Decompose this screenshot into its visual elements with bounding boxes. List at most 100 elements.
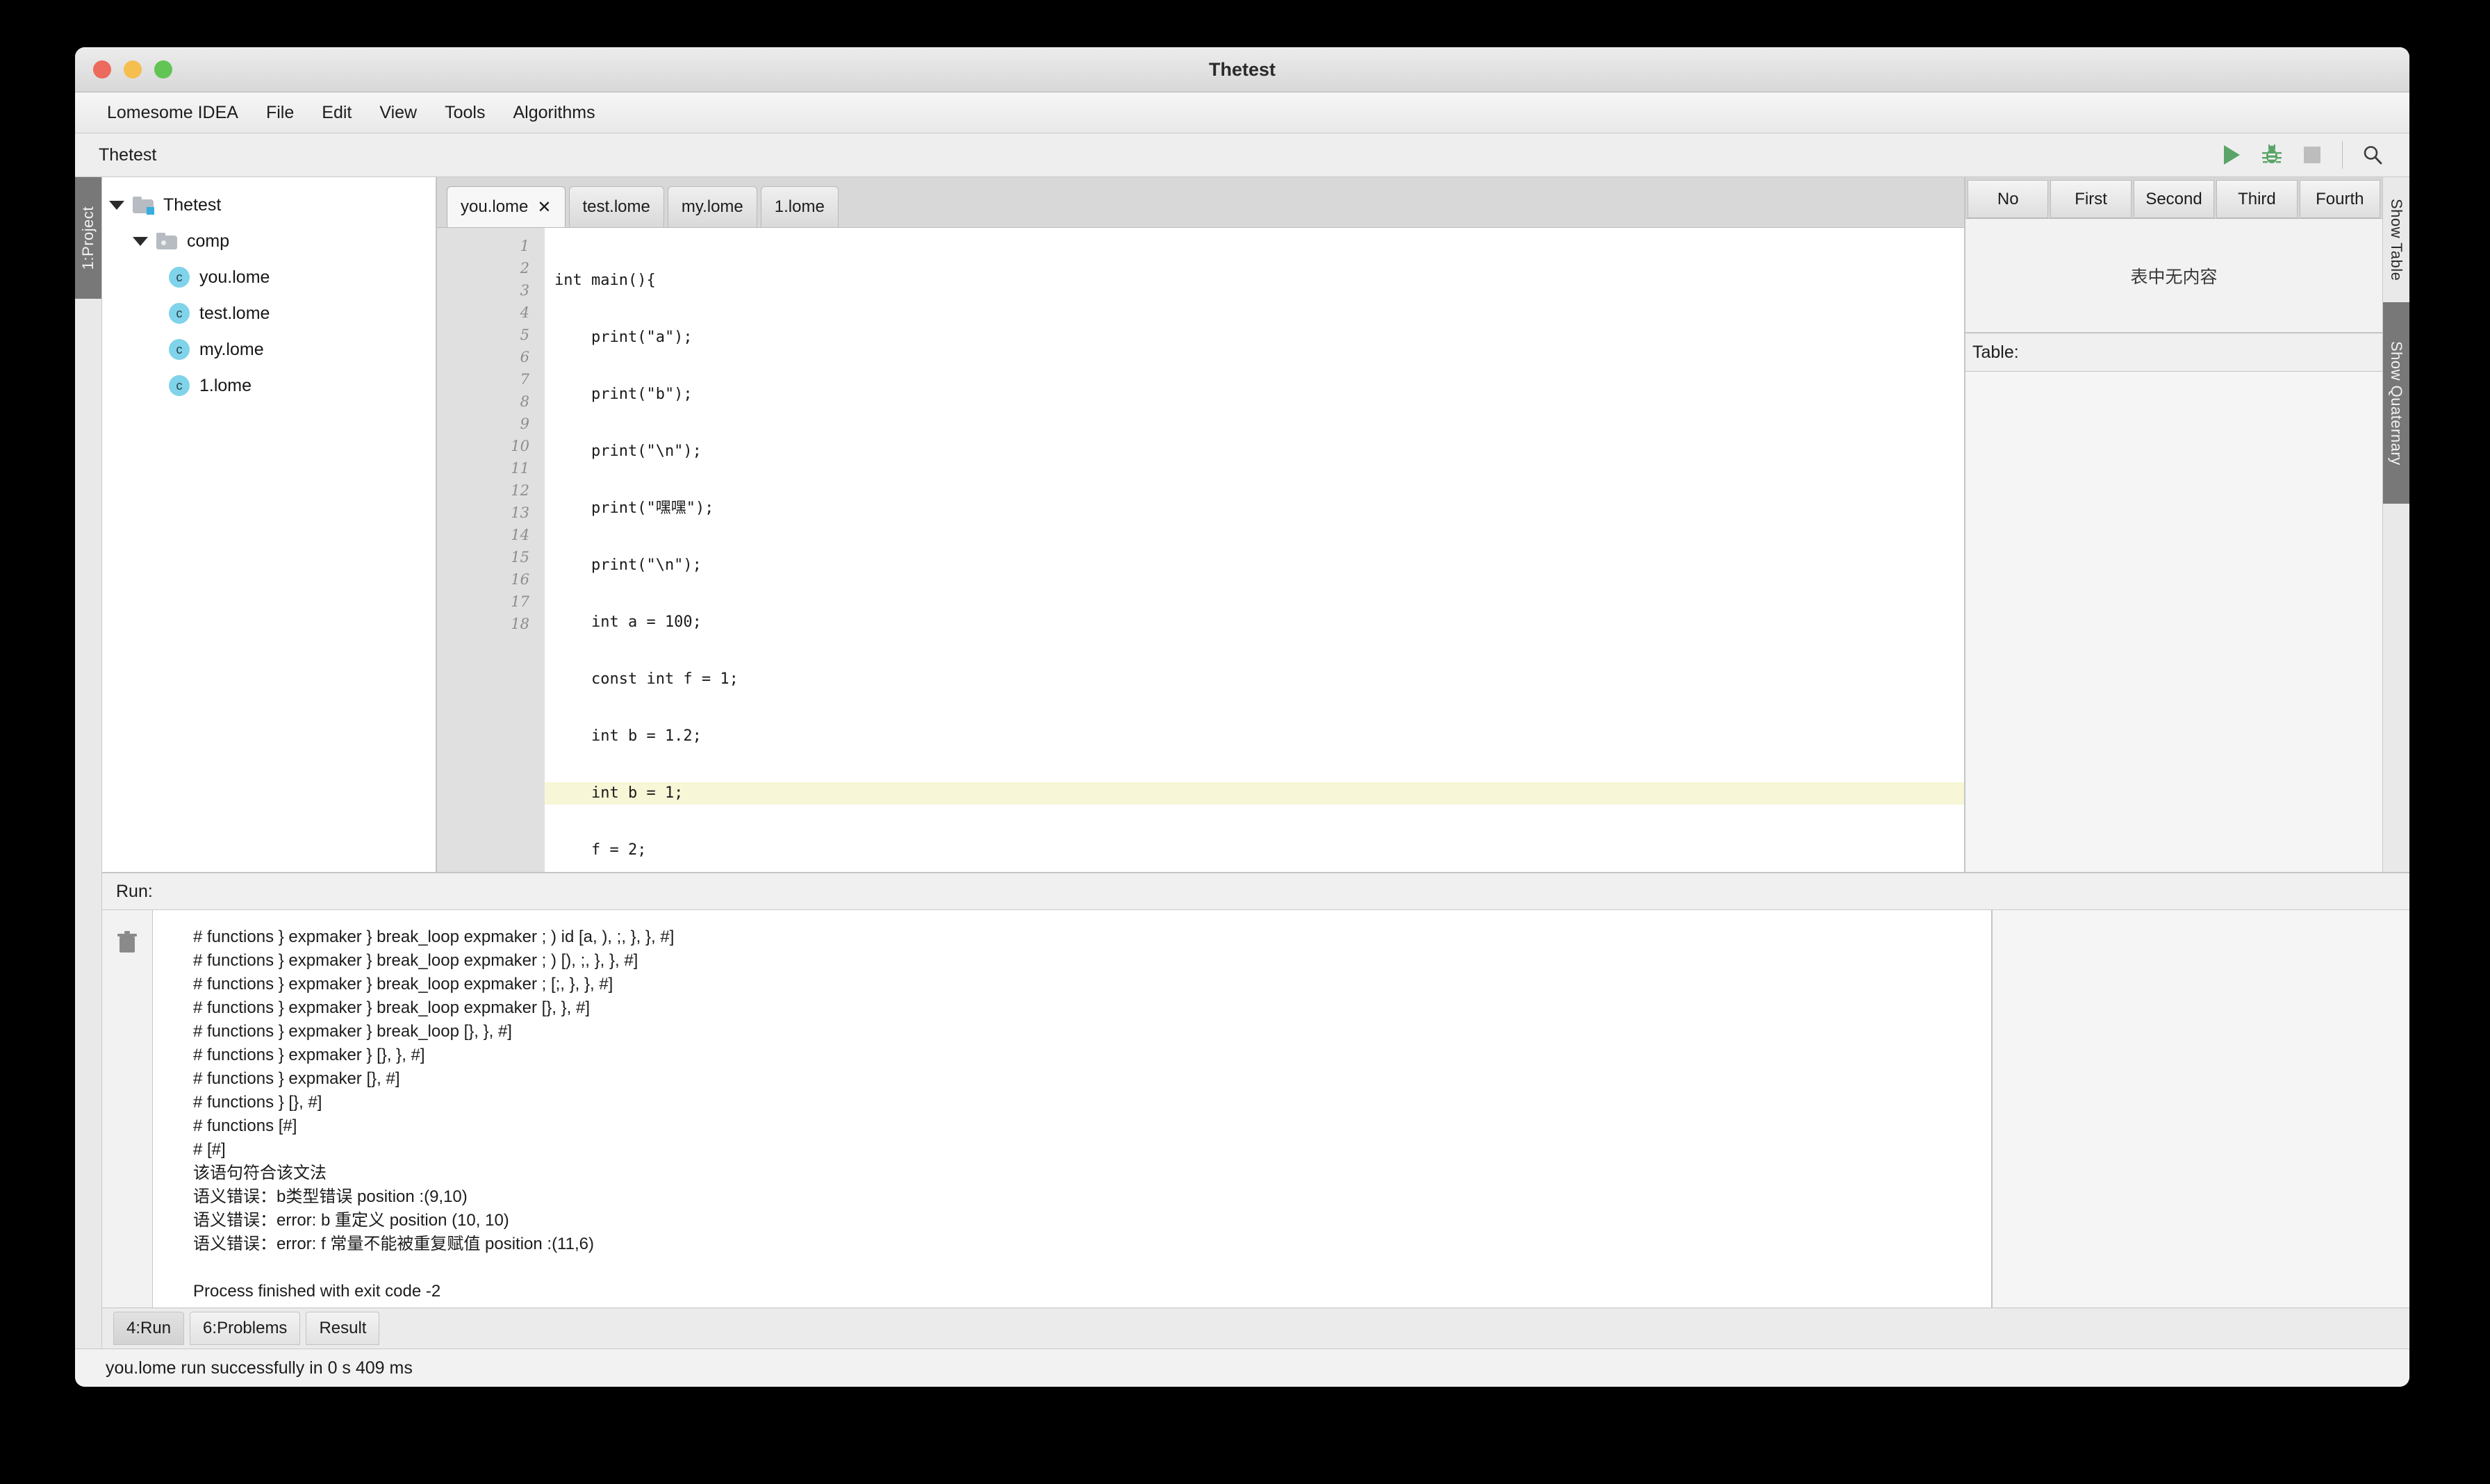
menu-item-tools[interactable]: Tools	[431, 99, 499, 127]
left-tool-strip: 1:Project	[75, 177, 102, 1349]
line-number: 16	[511, 571, 529, 588]
sidebar-tab-project[interactable]: 1:Project	[75, 177, 101, 299]
breadcrumb[interactable]: Thetest	[99, 145, 156, 165]
navigation-bar: Thetest	[75, 133, 2409, 177]
editor-panel: you.lome ✕ test.lome my.lome 1.lome 1 2 …	[437, 177, 1964, 872]
menu-item-app[interactable]: Lomesome IDEA	[99, 99, 252, 127]
console-line: # functions } [}, #]	[193, 1093, 322, 1112]
code-line: const int f = 1;	[554, 670, 739, 688]
menu-item-view[interactable]: View	[365, 99, 431, 127]
center-column: Thetest comp c you.lome c test.lome c my…	[102, 177, 2409, 1349]
table-body: 表中无内容	[1965, 219, 2382, 333]
table-column-no[interactable]: No	[1968, 180, 2049, 218]
code-line: int a = 100;	[554, 613, 702, 631]
tree-node-comp[interactable]: comp	[102, 223, 436, 259]
table-label: Table:	[1965, 333, 2382, 372]
line-number: 6	[520, 349, 529, 365]
trash-icon[interactable]	[117, 931, 138, 955]
line-number: 18	[511, 616, 529, 632]
stop-button[interactable]	[2292, 135, 2332, 175]
tab-run[interactable]: 4:Run	[113, 1312, 185, 1345]
line-number-gutter: 1 2 3 4 5 6 7 8 9 10 11 12 13 14 15 16 1…	[437, 228, 545, 872]
status-bar: you.lome run successfully in 0 s 409 ms	[75, 1349, 2409, 1387]
line-number: 15	[511, 549, 529, 566]
line-number: 12	[511, 482, 529, 499]
tab-problems[interactable]: 6:Problems	[190, 1312, 301, 1345]
chevron-down-icon[interactable]	[109, 200, 124, 210]
line-number: 8	[520, 393, 529, 410]
console-output[interactable]: # functions } expmaker } break_loop expm…	[153, 910, 1993, 1308]
code-line: print("嘿嘿");	[554, 500, 714, 517]
sidebar-tab-show-table[interactable]: Show Table	[2383, 177, 2409, 302]
folder-icon	[156, 233, 177, 249]
toolbar-divider	[2342, 141, 2343, 169]
zoom-window-button[interactable]	[154, 60, 172, 79]
window-title: Thetest	[1208, 58, 1276, 80]
tree-node-you-lome[interactable]: c you.lome	[102, 259, 436, 295]
line-number: 2	[520, 260, 529, 277]
line-number: 9	[520, 415, 529, 432]
editor-tab-test-lome[interactable]: test.lome	[568, 186, 664, 227]
menu-item-algorithms[interactable]: Algorithms	[499, 99, 609, 127]
close-window-button[interactable]	[93, 60, 111, 79]
window-titlebar: Thetest	[75, 47, 2409, 92]
close-icon[interactable]: ✕	[537, 197, 551, 217]
tree-node-test-lome[interactable]: c test.lome	[102, 295, 436, 331]
code-line-highlighted: int b = 1;	[545, 782, 1964, 805]
line-number: 11	[511, 460, 529, 477]
code-line: int b = 1.2;	[554, 727, 702, 745]
chevron-down-icon[interactable]	[133, 236, 148, 246]
tree-node-label: comp	[187, 231, 230, 251]
project-tree-panel: Thetest comp c you.lome c test.lome c my…	[102, 177, 437, 872]
code-line: print("\n");	[554, 443, 702, 460]
console-line: # functions } expmaker [}, #]	[193, 1069, 400, 1088]
tree-node-my-lome[interactable]: c my.lome	[102, 331, 436, 368]
line-number: 5	[520, 327, 529, 343]
tree-node-label: Thetest	[163, 195, 222, 215]
tree-node-1-lome[interactable]: c 1.lome	[102, 368, 436, 404]
tab-result[interactable]: Result	[306, 1312, 380, 1345]
sidebar-tab-show-quaternary[interactable]: Show Quaternary	[2383, 302, 2409, 504]
lome-file-icon: c	[169, 375, 190, 396]
code-area[interactable]: 1 2 3 4 5 6 7 8 9 10 11 12 13 14 15 16 1…	[437, 228, 1964, 872]
search-button[interactable]	[2352, 135, 2393, 175]
console-line-error: 语义错误：b类型错误 position :(9,10)	[193, 1187, 468, 1206]
table-panel: No First Second Third Fourth 表中无内容 Table…	[1964, 177, 2382, 872]
line-number: 10	[511, 438, 529, 454]
workspace: 1:Project Thetest comp c you.lome c test…	[75, 177, 2409, 1349]
code-line: int main(){	[554, 272, 656, 289]
table-column-headers: No First Second Third Fourth	[1965, 177, 2382, 219]
right-tool-strip: Show Table Show Quaternary	[2382, 177, 2409, 872]
console-line-error: 语义错误：error: f 常量不能被重复赋值 position :(11,6)	[193, 1235, 594, 1253]
tree-node-thetest[interactable]: Thetest	[102, 187, 436, 223]
table-column-third[interactable]: Third	[2216, 180, 2298, 218]
editor-tab-1-lome[interactable]: 1.lome	[760, 186, 839, 227]
menu-item-file[interactable]: File	[252, 99, 308, 127]
editor-tab-you-lome[interactable]: you.lome ✕	[447, 186, 566, 227]
stop-square-icon	[2304, 147, 2320, 163]
lome-file-icon: c	[169, 303, 190, 324]
code-line: print("\n");	[554, 556, 702, 574]
line-number: 4	[520, 304, 529, 321]
debug-button[interactable]	[2252, 135, 2292, 175]
run-button[interactable]	[2211, 135, 2252, 175]
sidebar-tab-show-table-label: Show Table	[2388, 198, 2405, 281]
table-column-first[interactable]: First	[2050, 180, 2132, 218]
run-panel-header: Run:	[102, 873, 2409, 910]
play-icon	[2224, 145, 2240, 165]
console-line: # [#]	[193, 1140, 226, 1159]
table-column-fourth[interactable]: Fourth	[2299, 180, 2381, 218]
line-number: 17	[511, 593, 529, 610]
table-column-second[interactable]: Second	[2133, 180, 2215, 218]
run-panel-main: # functions } expmaker } break_loop expm…	[102, 910, 2409, 1308]
minimize-window-button[interactable]	[124, 60, 142, 79]
console-line: 该语句符合该文法	[193, 1164, 327, 1182]
ide-window: Thetest Lomesome IDEA File Edit View Too…	[75, 47, 2409, 1387]
code-content[interactable]: int main(){ print("a"); print("b"); prin…	[545, 228, 1964, 872]
console-line: # functions } expmaker } break_loop expm…	[193, 998, 591, 1017]
table-empty-message: 表中无内容	[2130, 267, 2218, 287]
menu-item-edit[interactable]: Edit	[308, 99, 365, 127]
line-number: 3	[520, 282, 529, 299]
editor-tab-my-lome[interactable]: my.lome	[667, 186, 757, 227]
